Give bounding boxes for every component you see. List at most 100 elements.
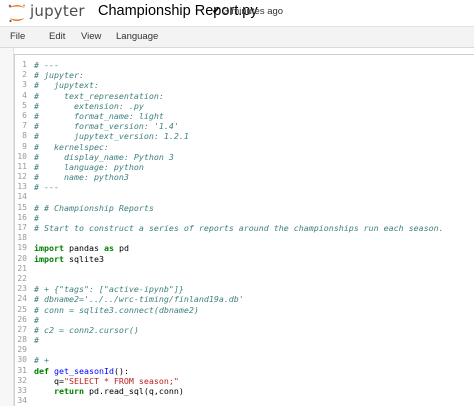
- line-numbers: 1 2 3 4 5 6 7 8 9 10 11 12 13 14 15 16 17 18 19 20 21 22 23 24 2…: [1, 60, 27, 406]
- code-token: # Start to construct a series of reports…: [34, 223, 444, 233]
- code-token: # language: python: [34, 161, 144, 172]
- line-number: 5: [22, 100, 27, 110]
- line-number: 29: [17, 345, 27, 355]
- menu-view[interactable]: View: [81, 31, 101, 42]
- code-line[interactable]: import sqlite3: [34, 254, 472, 264]
- code-line[interactable]: # + {"tags": ["active-ipynb"]}: [34, 284, 472, 294]
- code-token: pandas: [63, 243, 104, 254]
- code-line[interactable]: # display_name: Python 3: [34, 152, 472, 162]
- code-token: import: [34, 253, 64, 264]
- code-token: def: [34, 365, 49, 376]
- code-token: # text_representation:: [34, 90, 164, 101]
- code-token: # jupytext:: [34, 80, 99, 91]
- code-line[interactable]: # Start to construct a series of reports…: [34, 223, 472, 233]
- code-token: pd.read_sql(q,conn): [83, 386, 184, 396]
- code-line[interactable]: # ---: [34, 182, 472, 192]
- line-number: 19: [17, 243, 27, 253]
- line-number: 27: [17, 324, 27, 334]
- code-line[interactable]: # dbname2='../../wrc-timing/finland19a.d…: [34, 294, 472, 304]
- code-line[interactable]: # name: python3: [34, 172, 472, 182]
- line-number: 33: [17, 386, 27, 395]
- code-line[interactable]: # +: [34, 355, 472, 365]
- line-number: 4: [22, 90, 27, 100]
- checkmark-icon: ✔: [212, 6, 221, 17]
- code-token: # jupyter:: [34, 70, 84, 81]
- code-token: # dbname2='../../wrc-timing/finland19a.d…: [34, 294, 244, 305]
- code-line[interactable]: [34, 274, 472, 284]
- code-line[interactable]: [34, 396, 472, 406]
- code-token: # jupytext_version: 1.2.1: [34, 131, 189, 142]
- code-token: # +: [34, 355, 49, 366]
- code-line[interactable]: #: [34, 335, 472, 345]
- code-token: #: [34, 335, 39, 346]
- code-line[interactable]: # jupyter:: [34, 70, 472, 80]
- line-number: 32: [17, 375, 27, 385]
- code-line[interactable]: import pandas as pd: [34, 243, 472, 253]
- code-line[interactable]: def get_seasonId():: [34, 366, 472, 376]
- notebook-header: jupyter Championship Report.py ✔ 3 minute…: [0, 0, 474, 26]
- code-area[interactable]: # --- # jupyter: # jupytext: # text_represe…: [34, 60, 472, 406]
- code-line[interactable]: # jupytext:: [34, 80, 472, 90]
- line-number: 34: [17, 396, 27, 406]
- code-line[interactable]: [34, 233, 472, 243]
- line-number: 3: [22, 80, 27, 90]
- menu-file[interactable]: File: [10, 31, 25, 42]
- code-token: # # Championship Reports: [34, 202, 154, 213]
- line-number: 28: [17, 335, 27, 345]
- code-token: # conn = sqlite3.connect(dbname2): [34, 304, 199, 315]
- code-token: # kernelspec:: [34, 141, 109, 152]
- code-line[interactable]: # jupytext_version: 1.2.1: [34, 131, 472, 141]
- line-number: 1: [22, 60, 27, 69]
- line-number: 17: [17, 223, 27, 232]
- line-number: 18: [17, 233, 27, 243]
- code-token: # c2 = conn2.cursor(): [34, 324, 139, 335]
- code-line[interactable]: # extension: .py: [34, 101, 472, 111]
- code-line[interactable]: [34, 264, 472, 274]
- code-token: #: [34, 212, 39, 223]
- code-line[interactable]: q="SELECT * FROM season;": [34, 376, 472, 386]
- jupyter-logo-text: jupyter: [30, 2, 85, 20]
- code-token: "SELECT * FROM season;": [63, 375, 179, 386]
- code-token: # ---: [34, 60, 59, 70]
- code-token: return: [53, 386, 84, 396]
- code-token: sqlite3: [63, 253, 104, 264]
- line-number: 6: [22, 110, 27, 120]
- code-line[interactable]: # kernelspec:: [34, 142, 472, 152]
- code-token: # ---: [34, 182, 59, 193]
- code-line[interactable]: # conn = sqlite3.connect(dbname2): [34, 305, 472, 315]
- code-line[interactable]: # ---: [34, 60, 472, 70]
- code-line[interactable]: # format_name: light: [34, 111, 472, 121]
- code-line[interactable]: [34, 192, 472, 202]
- line-number: 13: [17, 182, 27, 192]
- line-number: 20: [17, 253, 27, 263]
- code-line[interactable]: return pd.read_sql(q,conn): [34, 386, 472, 396]
- code-token: get_seasonId: [54, 365, 114, 376]
- line-number: 25: [17, 304, 27, 314]
- line-number: 10: [17, 151, 27, 161]
- code-line[interactable]: # format_version: '1.4': [34, 121, 472, 131]
- code-line[interactable]: [34, 345, 472, 355]
- code-token: #: [34, 314, 39, 325]
- code-line[interactable]: # # Championship Reports: [34, 203, 472, 213]
- code-token: # format_name: light: [34, 110, 164, 121]
- line-number: 21: [17, 263, 27, 273]
- line-number: 26: [17, 314, 27, 324]
- code-token: ():: [113, 365, 129, 376]
- menu-edit[interactable]: Edit: [49, 31, 65, 42]
- line-number: 15: [17, 202, 27, 212]
- line-number: 24: [17, 294, 27, 304]
- line-number: 8: [22, 131, 27, 141]
- line-number: 30: [17, 355, 27, 365]
- code-line[interactable]: # text_representation:: [34, 91, 472, 101]
- line-number: 31: [17, 365, 27, 375]
- line-number: 23: [17, 284, 27, 294]
- code-line[interactable]: #: [34, 315, 472, 325]
- menu-language[interactable]: Language: [116, 31, 158, 42]
- save-status: ✔ 3 minutes ago: [212, 6, 283, 17]
- code-token: # display_name: Python 3: [34, 151, 174, 162]
- code-token: import: [34, 243, 64, 254]
- code-line[interactable]: #: [34, 213, 472, 223]
- code-line[interactable]: # c2 = conn2.cursor(): [34, 325, 472, 335]
- jupyter-logo-icon: [8, 4, 25, 23]
- code-line[interactable]: # language: python: [34, 162, 472, 172]
